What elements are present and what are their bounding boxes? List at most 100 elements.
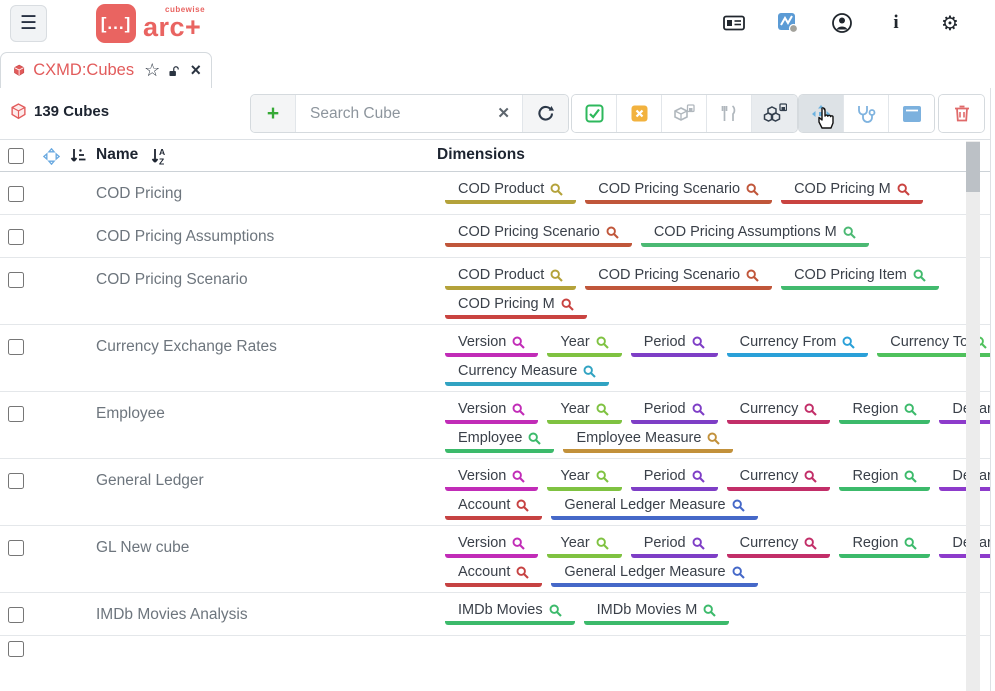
cube-icon: [13, 62, 25, 79]
hamburger-menu-button[interactable]: ☰: [10, 5, 47, 42]
table-row: COD Pricing Scenario COD Product COD Pric…: [0, 258, 990, 325]
dimension-chip[interactable]: COD Pricing M: [781, 180, 923, 204]
row-checkbox[interactable]: [8, 473, 24, 489]
dimension-chip[interactable]: Period: [631, 467, 718, 491]
sort-list-icon[interactable]: [69, 147, 87, 170]
save-all-cubes-button[interactable]: [752, 95, 797, 132]
dimension-chip[interactable]: Currency: [727, 467, 831, 491]
dimension-line: Currency Measure: [445, 362, 960, 386]
row-checkbox[interactable]: [8, 406, 24, 422]
sort-az-icon[interactable]: A Z: [150, 147, 169, 171]
dimension-chip[interactable]: Department: [939, 534, 990, 558]
activity-monitor-icon[interactable]: [777, 12, 799, 34]
cube-save-icon: [673, 104, 695, 124]
reorder-icon[interactable]: [43, 148, 60, 170]
dimension-chip[interactable]: General Ledger Measure: [551, 563, 757, 587]
row-checkbox[interactable]: [8, 339, 24, 355]
column-header-name[interactable]: Name: [96, 146, 138, 164]
dimension-chip[interactable]: Currency Measure: [445, 362, 609, 386]
row-checkbox[interactable]: [8, 186, 24, 202]
table-row: GL New cubeVersion Year Period Currency …: [0, 526, 990, 593]
row-checkbox[interactable]: [8, 229, 24, 245]
row-checkbox[interactable]: [8, 540, 24, 556]
search-icon: [913, 269, 926, 282]
dimension-chip[interactable]: Region: [839, 400, 930, 424]
unlock-icon[interactable]: [168, 63, 180, 79]
dimension-chip[interactable]: Period: [631, 400, 718, 424]
user-icon[interactable]: [831, 12, 853, 34]
dimension-chip[interactable]: IMDb Movies: [445, 601, 575, 625]
dimension-chip[interactable]: Currency: [727, 534, 831, 558]
row-checkbox[interactable]: [8, 607, 24, 623]
settings-gear-icon[interactable]: ⚙: [939, 12, 961, 34]
dimension-chip[interactable]: Year: [547, 467, 621, 491]
dimension-chip[interactable]: General Ledger Measure: [551, 496, 757, 520]
rules-feeders-button[interactable]: [707, 95, 752, 132]
refresh-button[interactable]: [523, 95, 568, 132]
delete-cube-button[interactable]: [939, 95, 984, 132]
dimension-chip[interactable]: Department: [939, 467, 990, 491]
dimension-chip[interactable]: Year: [547, 534, 621, 558]
dimension-chip[interactable]: COD Product: [445, 180, 576, 204]
select-all-checkbox[interactable]: [8, 148, 24, 164]
svg-text:Z: Z: [159, 157, 164, 167]
add-cube-button[interactable]: +: [251, 95, 296, 132]
dimension-label: Period: [644, 334, 686, 350]
dimension-chip[interactable]: Version: [445, 400, 538, 424]
dimension-chip[interactable]: Employee Measure: [563, 429, 733, 453]
dimension-chip[interactable]: Version: [445, 333, 538, 357]
dimension-chip[interactable]: Year: [547, 333, 621, 357]
dimension-chip[interactable]: Department: [939, 400, 990, 424]
row-checkbox[interactable]: [8, 641, 24, 657]
dimension-chip[interactable]: Period: [631, 333, 718, 357]
dimension-chip[interactable]: Period: [631, 534, 718, 558]
dimension-chip[interactable]: IMDb Movies M: [584, 601, 730, 625]
clear-search-icon[interactable]: ✕: [497, 104, 510, 122]
dimension-chip[interactable]: Employee: [445, 429, 554, 453]
search-cube-input[interactable]: [296, 95, 522, 132]
content-right-border: [990, 88, 991, 691]
id-card-icon[interactable]: [723, 12, 745, 34]
dimension-label: COD Pricing Scenario: [598, 181, 740, 197]
tab-cxmd-cubes[interactable]: CXMD:Cubes ☆ ×: [0, 52, 212, 88]
dimension-chip[interactable]: Currency: [727, 400, 831, 424]
search-icon: [746, 183, 759, 196]
dimension-label: Version: [458, 468, 506, 484]
save-cube-button[interactable]: [662, 95, 707, 132]
dimension-chip[interactable]: Year: [547, 400, 621, 424]
dimension-chip[interactable]: COD Pricing Scenario: [445, 223, 632, 247]
info-icon[interactable]: i: [885, 12, 907, 34]
vertical-scrollbar-thumb[interactable]: [966, 142, 980, 192]
favorite-star-icon[interactable]: ☆: [144, 60, 160, 81]
search-icon: [842, 336, 855, 349]
dimension-chip[interactable]: COD Pricing Scenario: [585, 266, 772, 290]
dimension-chip[interactable]: COD Pricing Item: [781, 266, 939, 290]
dimension-chip[interactable]: Region: [839, 534, 930, 558]
search-icon: [707, 432, 720, 445]
dimension-chip[interactable]: COD Pricing Scenario: [585, 180, 772, 204]
dimension-chip[interactable]: Version: [445, 534, 538, 558]
dimension-label: Currency From: [740, 334, 837, 350]
dimension-chip[interactable]: Region: [839, 467, 930, 491]
dimensions-cell: Version Year Period Currency Region Depa…: [445, 459, 990, 520]
dimension-label: Version: [458, 334, 506, 350]
dimension-chip[interactable]: Account: [445, 563, 542, 587]
close-tab-icon[interactable]: ×: [190, 60, 201, 81]
dimension-chip[interactable]: COD Pricing Assumptions M: [641, 223, 869, 247]
archive-cube-button[interactable]: [889, 95, 934, 132]
search-icon: [516, 566, 529, 579]
dimension-chip[interactable]: COD Product: [445, 266, 576, 290]
check-selection-button[interactable]: [572, 95, 617, 132]
export-excel-button[interactable]: [617, 95, 662, 132]
dimension-chip[interactable]: Currency From: [727, 333, 869, 357]
dimension-chip[interactable]: Version: [445, 467, 538, 491]
row-checkbox[interactable]: [8, 272, 24, 288]
dimension-chip[interactable]: COD Pricing M: [445, 295, 587, 319]
dimension-chip[interactable]: Account: [445, 496, 542, 520]
table-row: General LedgerVersion Year Period Curren…: [0, 459, 990, 526]
unload-cube-button[interactable]: [799, 95, 844, 132]
check-health-button[interactable]: [844, 95, 889, 132]
vertical-scrollbar-track[interactable]: [966, 141, 980, 691]
search-icon: [596, 470, 609, 483]
dimension-label: Year: [560, 334, 589, 350]
